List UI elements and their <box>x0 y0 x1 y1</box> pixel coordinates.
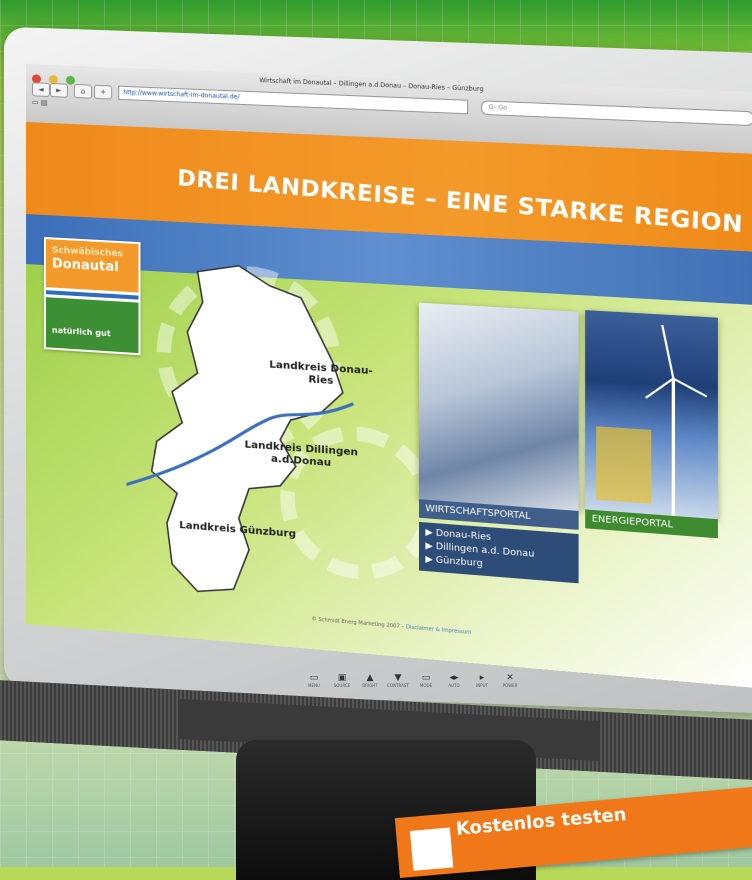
region-map[interactable]: Landkreis Donau-Ries Landkreis Dillingen… <box>126 258 385 613</box>
back-button[interactable]: ◄ <box>31 82 50 97</box>
brightness-up-button[interactable]: ▲ BRIGHT <box>356 673 384 688</box>
input-button[interactable]: ▸ INPUT <box>468 673 496 688</box>
logo-tagline: natürlich gut <box>51 325 111 339</box>
monitor-control-strip: ▭ MENU ▣ SOURCE ▲ BRIGHT ▼ CONTRAST ▭ MODE ◂▸ AUTO ▸… <box>300 672 630 700</box>
source-button[interactable]: ▣ SOURCE <box>328 673 356 688</box>
banner-logo-icon <box>409 827 454 871</box>
power-button[interactable]: ✕ POWER <box>496 673 524 688</box>
logo-line2: Donautal <box>51 256 119 276</box>
search-field[interactable]: Q- Go <box>481 100 752 127</box>
mode-button[interactable]: ▭ MODE <box>412 673 440 688</box>
wind-turbine-icon <box>596 310 718 519</box>
river-icon <box>45 287 139 303</box>
map-shape <box>126 258 385 613</box>
menu-button[interactable]: ▭ MENU <box>300 673 328 688</box>
auto-button[interactable]: ◂▸ AUTO <box>440 673 468 688</box>
maximize-icon[interactable] <box>66 75 76 85</box>
window-title: Wirtschaft im Donautal – Dillingen a.d.D… <box>259 77 484 94</box>
business-photo[interactable] <box>418 302 579 511</box>
forward-button[interactable]: ► <box>49 82 68 98</box>
bookmarks-toolbar: ▭ ▤ <box>32 98 47 107</box>
home-button[interactable]: ⌂ <box>73 83 93 99</box>
grid-icon[interactable]: ▤ <box>41 99 48 107</box>
map-region <box>152 261 343 604</box>
bookmarks-icon[interactable]: ▭ <box>32 98 39 106</box>
add-bookmark-button[interactable]: + <box>94 84 113 100</box>
brightness-down-button[interactable]: ▼ CONTRAST <box>384 673 412 688</box>
monitor-screen: Wirtschaft im Donautal – Dillingen a.d.D… <box>26 64 752 690</box>
energy-photo[interactable] <box>585 310 718 519</box>
